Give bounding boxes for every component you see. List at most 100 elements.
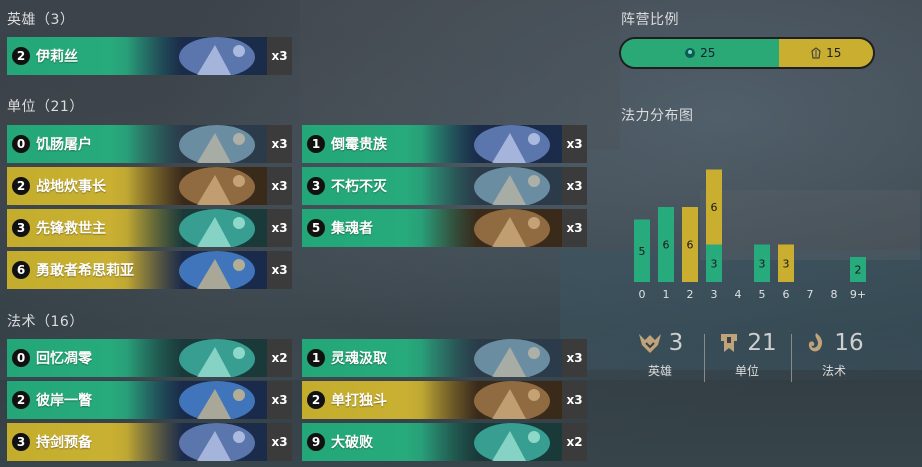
deck-card[interactable]: 5 集魂者 x3 (302, 209, 587, 247)
card-cost: 9 (307, 433, 325, 451)
card-art (127, 167, 267, 205)
card-banner: 0 饥肠屠户 (7, 125, 267, 163)
spell-icon (809, 333, 823, 352)
deck-card[interactable]: 0 回忆凋零 x2 (7, 339, 292, 377)
card-cost: 3 (307, 177, 325, 195)
card-count: x3 (267, 209, 292, 247)
card-count: x3 (562, 339, 587, 377)
card-name: 饥肠屠户 (36, 137, 92, 153)
card-cost: 1 (307, 135, 325, 153)
card-art (422, 423, 562, 461)
card-cost: 0 (12, 135, 30, 153)
region-segment-demacia: 15 (778, 39, 873, 67)
stat-spells-value: 16 (834, 330, 864, 356)
deck-card[interactable]: 9 大破败 x2 (302, 423, 587, 461)
champions-heading: 英雄（3） (7, 12, 75, 28)
card-count: x3 (267, 251, 292, 289)
mana-bar-label: 3 (711, 257, 718, 270)
stat-units-label: 单位 (734, 364, 759, 378)
demacia-count: 15 (826, 46, 842, 60)
card-cost: 5 (307, 219, 325, 237)
units-heading: 单位（21） (7, 99, 84, 115)
deck-card[interactable]: 2 伊莉丝 x3 (7, 37, 292, 75)
card-name: 持剑预备 (36, 435, 92, 451)
card-banner: 1 灵魂汲取 (302, 339, 562, 377)
card-banner: 5 集魂者 (302, 209, 562, 247)
card-name: 伊莉丝 (36, 49, 78, 65)
deck-card[interactable]: 2 彼岸一瞥 x3 (7, 381, 292, 419)
deck-card[interactable]: 0 饥肠屠户 x3 (7, 125, 292, 163)
card-name: 灵魂汲取 (331, 351, 387, 367)
card-count: x2 (562, 423, 587, 461)
deck-card[interactable]: 3 先锋救世主 x3 (7, 209, 292, 247)
card-banner: 2 彼岸一瞥 (7, 381, 267, 419)
stat-spells: 16 法术 (794, 330, 874, 379)
mana-bar-label: 6 (711, 201, 718, 214)
card-cost: 2 (12, 391, 30, 409)
card-name: 勇敢者希思莉亚 (36, 263, 134, 279)
card-cost: 2 (12, 177, 30, 195)
card-cost: 3 (12, 433, 30, 451)
card-count: x3 (562, 381, 587, 419)
card-cost: 3 (12, 219, 30, 237)
card-banner: 0 回忆凋零 (7, 339, 267, 377)
card-count: x3 (562, 209, 587, 247)
card-art (127, 381, 267, 419)
mana-cost-tick: 5 (759, 288, 766, 301)
shadow-isles-count: 25 (700, 46, 716, 60)
card-cost: 2 (12, 47, 30, 65)
shadow-isles-icon (685, 48, 696, 58)
card-art (127, 423, 267, 461)
deck-card[interactable]: 2 战地炊事长 x3 (7, 167, 292, 205)
card-art (127, 209, 267, 247)
mana-bar-label: 3 (783, 257, 790, 270)
mana-bar-label: 2 (855, 264, 862, 277)
deck-card[interactable]: 1 灵魂汲取 x3 (302, 339, 587, 377)
card-count: x3 (267, 423, 292, 461)
card-banner: 3 持剑预备 (7, 423, 267, 461)
deck-card[interactable]: 1 倒霉贵族 x3 (302, 125, 587, 163)
region-segment-shadow-isles: 25 (621, 39, 779, 67)
mana-cost-tick: 3 (711, 288, 718, 301)
card-cost: 6 (12, 261, 30, 279)
card-banner: 3 先锋救世主 (7, 209, 267, 247)
deck-stats: 3 英雄 21 单位 16 法术 (620, 330, 890, 390)
mana-curve-heading: 法力分布图 (621, 108, 694, 124)
champion-icon (638, 334, 661, 353)
card-art (422, 339, 562, 377)
card-art (422, 125, 562, 163)
card-art (127, 339, 267, 377)
card-art (127, 125, 267, 163)
spells-heading: 法术（16） (7, 314, 84, 330)
card-art (127, 251, 267, 289)
stat-champions-value: 3 (668, 330, 684, 356)
card-cost: 0 (12, 349, 30, 367)
mana-cost-tick: 1 (663, 288, 670, 301)
mana-bar-label: 6 (663, 239, 670, 252)
card-banner: 2 伊莉丝 (7, 37, 267, 75)
deck-card[interactable]: 2 单打独斗 x3 (302, 381, 587, 419)
mana-cost-tick: 8 (831, 288, 838, 301)
deck-card[interactable]: 3 不朽不灭 x3 (302, 167, 587, 205)
deck-card[interactable]: 6 勇敢者希思莉亚 x3 (7, 251, 292, 289)
demacia-icon (811, 47, 821, 59)
card-name: 单打独斗 (331, 393, 387, 409)
card-count: x3 (562, 125, 587, 163)
deck-card[interactable]: 3 持剑预备 x3 (7, 423, 292, 461)
card-art (127, 37, 267, 75)
card-art (422, 209, 562, 247)
card-count: x3 (267, 37, 292, 75)
mana-curve-chart: 5 0 6 1 6 2 3 6 3 4 3 5 3 6 7 8 2 9+ (634, 169, 866, 301)
mana-bar-label: 6 (687, 239, 694, 252)
mana-cost-tick: 2 (687, 288, 694, 301)
stat-champions: 3 英雄 (620, 330, 700, 379)
mana-cost-tick: 4 (735, 288, 742, 301)
card-name: 大破败 (331, 435, 373, 451)
card-banner: 6 勇敢者希思莉亚 (7, 251, 267, 289)
mana-bar-label: 5 (639, 245, 646, 258)
unit-icon (721, 334, 738, 352)
card-art (422, 381, 562, 419)
mana-cost-tick: 0 (639, 288, 646, 301)
card-banner: 1 倒霉贵族 (302, 125, 562, 163)
mana-cost-tick: 9+ (850, 288, 866, 301)
